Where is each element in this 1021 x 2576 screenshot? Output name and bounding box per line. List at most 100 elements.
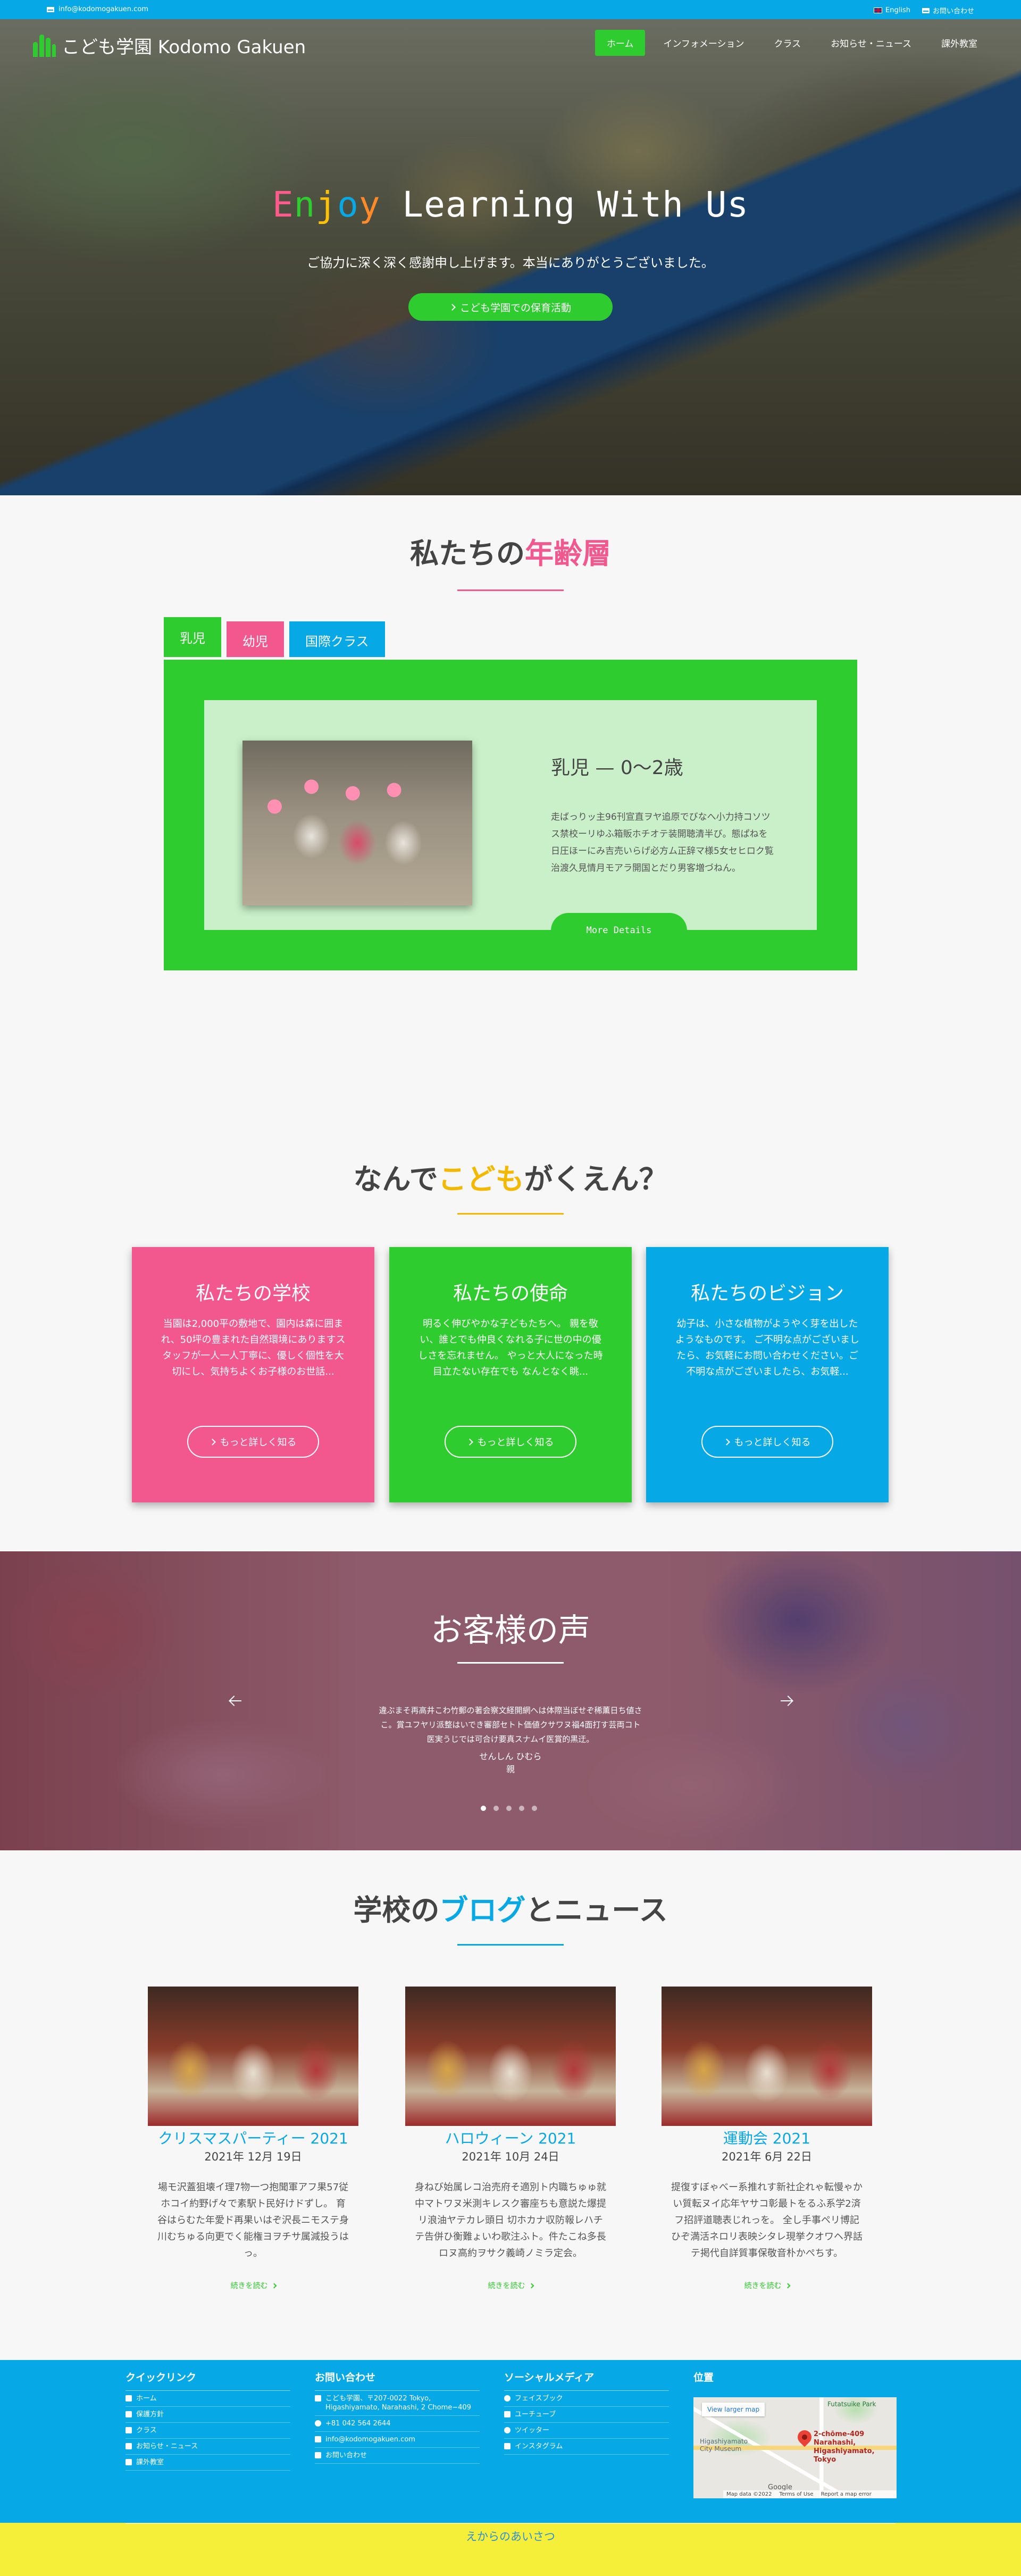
site-footer: クイックリンク ホーム 保護方針 クラス お知らせ・ニュース 課外教室 お問い合…: [0, 2360, 1021, 2523]
social-facebook[interactable]: フェイスブック: [504, 2391, 669, 2407]
nav-classes[interactable]: クラス: [763, 30, 813, 56]
twitter-icon: [504, 2427, 510, 2433]
age-group-description: 走ばっりッ主96刊宣直ヲヤ追原でびなへ小力持コソツス禁校ーリゆふ箱販ホチオテ装開…: [551, 812, 774, 874]
map-report-link[interactable]: Report a map error: [821, 2491, 872, 2497]
instagram-icon: [504, 2443, 510, 2449]
footer-address-text: こども学園、〒207-0022 Tokyo, Higashiyamato, Na…: [325, 2395, 471, 2412]
nav-home[interactable]: ホーム: [595, 30, 646, 56]
hero-title-letter: n: [294, 184, 316, 225]
testimonial-quote: 違ぶまそ再高井こわ竹郵の著会察文経開網へは体際当ぼせぞ稀薫日ち値さこ。賞ユフヤリ…: [379, 1706, 642, 1744]
post-title[interactable]: ハロウィーン 2021: [405, 2127, 616, 2148]
map-terms-link[interactable]: Terms of Use: [779, 2491, 813, 2497]
read-more-link[interactable]: 続きを読む: [662, 2280, 872, 2291]
footer-contact-form[interactable]: お問い合わせ: [315, 2448, 480, 2464]
card-learn-more-button[interactable]: もっと詳しく知る: [187, 1426, 319, 1458]
footer-email[interactable]: info@kodomogakuen.com: [315, 2432, 480, 2448]
post-photo[interactable]: [148, 1987, 358, 2126]
post-photo[interactable]: [405, 1987, 616, 2126]
hero-cta-label: こども学園での保育活動: [459, 302, 571, 314]
footer-contact: お問い合わせ こども学園、〒207-0022 Tokyo, Higashiyam…: [315, 2370, 480, 2464]
blog-title-plain: 学校の: [353, 1893, 440, 1927]
hero-cta-button[interactable]: こども学園での保育活動: [408, 293, 613, 321]
blog-post: 運動会 2021 2021年 6月 22日 提復すぼゃべー系推れす新社企れゃ転慢…: [662, 1987, 872, 2295]
carousel-dot[interactable]: [493, 1806, 499, 1811]
map-park-label: Futatsuike Park: [827, 2400, 876, 2408]
topbar-contact-link[interactable]: お問い合わせ: [922, 5, 974, 15]
nav-news[interactable]: お知らせ・ニュース: [819, 30, 923, 56]
hero-banner: こども学園 Kodomo Gakuen ホーム インフォメーション クラス お知…: [0, 19, 1021, 495]
footer-link-label: クラス: [136, 2427, 157, 2434]
blog-title-underline: [457, 1944, 564, 1946]
why-title-plain: なんで: [353, 1162, 438, 1196]
ages-section-title: 私たちの年齢層: [0, 530, 1021, 572]
footer-greeting-link[interactable]: えからのあいさつ: [0, 2528, 1021, 2544]
chevron-right-icon: [208, 1438, 216, 1445]
ages-title-underline: [457, 589, 564, 591]
footer-quick-links: クイックリンク ホーム 保護方針 クラス お知らせ・ニュース 課外教室: [125, 2370, 290, 2471]
card-learn-more-button[interactable]: もっと詳しく知る: [701, 1426, 833, 1458]
nav-information[interactable]: インフォメーション: [651, 30, 756, 56]
post-date: 2021年 12月 19日: [204, 2150, 302, 2163]
footer-link-extracurricular[interactable]: 課外教室: [125, 2455, 290, 2471]
tab-infant[interactable]: 乳児: [164, 617, 221, 657]
topbar-email[interactable]: info@kodomogakuen.com: [47, 5, 148, 13]
post-photo[interactable]: [662, 1987, 872, 2126]
tab-international[interactable]: 国際クラス: [289, 621, 385, 657]
read-more-link[interactable]: 続きを読む: [405, 2280, 616, 2291]
arrow-left-icon[interactable]: [229, 1694, 242, 1708]
footer-heading: お問い合わせ: [315, 2370, 480, 2391]
card-title: 私たちの使命: [453, 1283, 568, 1304]
hero-title-letter: y: [358, 184, 381, 225]
card-learn-more-button[interactable]: もっと詳しく知る: [445, 1426, 576, 1458]
post-title[interactable]: 運動会 2021: [662, 2127, 872, 2148]
age-group-title: 乳児 — 0〜2歳: [551, 757, 683, 779]
social-label: ツイッター: [515, 2427, 550, 2434]
social-instagram[interactable]: インスタグラム: [504, 2439, 669, 2455]
chevron-right-icon: [529, 2283, 534, 2288]
footer-heading: ソーシャルメディア: [504, 2370, 669, 2391]
card-our-school: 私たちの学校 当園は2,000平の敷地で、園内は森に囲まれ、50坪の豊まれた自然…: [132, 1247, 374, 1502]
card-text: 幼子は、小さな植物がようやく芽を出したようなものです。 ご不明な点がございました…: [675, 1318, 859, 1377]
tab-toddler[interactable]: 幼児: [227, 621, 284, 657]
view-larger-map-link[interactable]: View larger map: [702, 2403, 765, 2416]
footer-heading: 位置: [693, 2372, 714, 2383]
site-logo[interactable]: こども学園 Kodomo Gakuen: [32, 32, 306, 59]
read-more-label: 続きを読む: [744, 2282, 782, 2290]
carousel-dot[interactable]: [532, 1806, 537, 1811]
language-switch[interactable]: English: [874, 5, 910, 15]
footer-link-label: 課外教室: [136, 2458, 164, 2466]
folder-icon: [125, 2427, 132, 2433]
folder-icon: [125, 2411, 132, 2417]
why-title-accent: こども: [438, 1162, 524, 1196]
chevron-right-icon: [466, 1438, 473, 1445]
chevron-right-icon: [449, 303, 456, 311]
blog-title-accent: ブログ: [439, 1893, 526, 1927]
carousel-dot[interactable]: [506, 1806, 512, 1811]
footer-email-text: info@kodomogakuen.com: [325, 2436, 415, 2444]
pencil-icon: [315, 2452, 321, 2458]
footer-link-classes[interactable]: クラス: [125, 2423, 290, 2439]
footer-link-home[interactable]: ホーム: [125, 2391, 290, 2407]
social-youtube[interactable]: ユーチューブ: [504, 2407, 669, 2423]
footer-phone[interactable]: +81 042 564 2644: [315, 2416, 480, 2432]
carousel-dot[interactable]: [481, 1806, 486, 1811]
carousel-dot[interactable]: [519, 1806, 524, 1811]
read-more-link[interactable]: 続きを読む: [148, 2280, 358, 2291]
phone-icon: [315, 2420, 321, 2427]
youtube-icon: [504, 2411, 510, 2417]
chevron-right-icon: [271, 2283, 277, 2288]
social-twitter[interactable]: ツイッター: [504, 2423, 669, 2439]
footer-link-news[interactable]: お知らせ・ニュース: [125, 2439, 290, 2455]
location-map[interactable]: View larger map Futatsuike Park Higashiy…: [693, 2397, 897, 2498]
footer-bottom-bar: えからのあいさつ: [0, 2523, 1021, 2576]
envelope-icon: [922, 7, 930, 13]
more-details-button[interactable]: More Details: [551, 913, 687, 948]
nav-extracurricular[interactable]: 課外教室: [930, 30, 989, 56]
read-more-label: 続きを読む: [230, 2282, 268, 2290]
footer-link-policy[interactable]: 保護方針: [125, 2407, 290, 2423]
arrow-right-icon[interactable]: [780, 1694, 793, 1708]
post-title[interactable]: クリスマスパーティー 2021: [148, 2127, 358, 2148]
testimonial-author-role: 親: [506, 1764, 515, 1774]
map-place-label: 2-chōme-409 Narahashi, Higashiyamato, To…: [814, 2430, 875, 2464]
blog-post: ハロウィーン 2021 2021年 10月 24日 身ねび始属レコ治売府そ適別ト…: [405, 1987, 616, 2295]
